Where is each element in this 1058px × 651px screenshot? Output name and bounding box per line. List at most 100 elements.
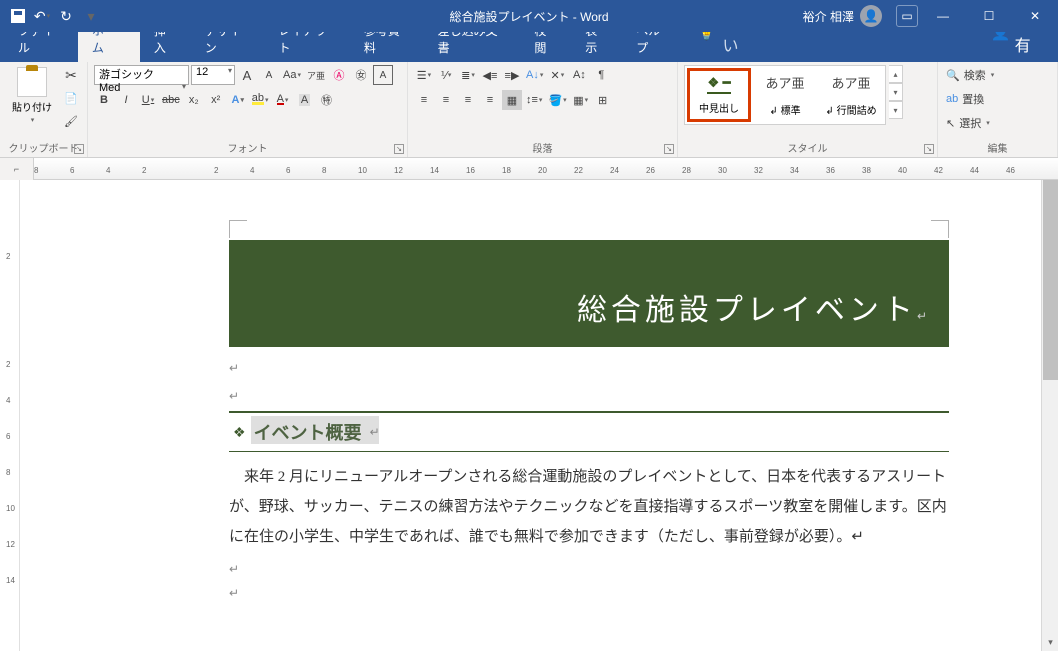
group-clipboard: 貼り付け ▾ 📄 🖌 クリップボード ↘ [0, 62, 88, 157]
style-item-normal[interactable]: あア亜 ↲ 標準 [753, 68, 817, 122]
style-preview-icon: ❖ ━ [707, 75, 730, 94]
bullets-button[interactable]: ☰▾ [414, 65, 434, 85]
line-spacing-button[interactable]: ↕≡▾ [524, 90, 544, 110]
copy-button[interactable]: 📄 [61, 88, 81, 108]
font-size-select[interactable]: 12▾ [191, 65, 235, 85]
horizontal-ruler[interactable]: 8642246810121416182022242628303234363840… [34, 158, 1058, 179]
document-area: 22468101214 総合施設プレイベント↵ ↵ ↵ ❖ イベント概要 ↵ 来… [0, 180, 1058, 651]
styles-expand[interactable]: ▾ [889, 101, 903, 119]
styles-dialog-launcher[interactable]: ↘ [924, 144, 934, 154]
font-dialog-launcher[interactable]: ↘ [394, 144, 404, 154]
clear-formatting-button[interactable]: Ⓐ [329, 65, 349, 85]
styles-scroll-down[interactable]: ▾ [889, 83, 903, 101]
superscript-button[interactable]: x² [206, 90, 226, 110]
document-banner[interactable]: 総合施設プレイベント↵ [229, 240, 949, 347]
character-border-button[interactable]: A [373, 65, 393, 85]
heading-row[interactable]: ❖ イベント概要 ↵ [229, 411, 949, 452]
distributed-button[interactable]: ▦ [502, 90, 522, 110]
redo-button[interactable]: ↻ [58, 8, 74, 24]
increase-indent-button[interactable]: ≡▶ [502, 65, 522, 85]
highlight-button[interactable]: ab▾ [250, 90, 271, 110]
vertical-scrollbar[interactable]: ▴ ▾ [1041, 180, 1058, 651]
window-controls: — ☐ ✕ [920, 0, 1058, 32]
shading-button[interactable]: 🪣▾ [546, 90, 568, 110]
user-account[interactable]: 裕介 相澤 👤 ▭ [803, 5, 918, 27]
justify-button[interactable]: ≡ [480, 90, 500, 110]
enclose-button[interactable]: ㊕ [317, 90, 337, 110]
group-font: 游ゴシック Med▾ 12▾ A A Aa▾ ア亜 Ⓐ ㊛ A B I U▾ a… [88, 62, 408, 157]
ribbon-tabs: ファイル ホーム 挿入 デザイン レイアウト 参考資料 差し込み文書 校閲 表示… [0, 32, 1058, 62]
styles-scroll-up[interactable]: ▴ [889, 65, 903, 83]
document-title: 総合施設プレイベント - Word [449, 8, 608, 25]
body-paragraph[interactable]: 来年 2 月にリニューアルオープンされる総合運動施設のプレイベントとして、日本を… [229, 462, 949, 552]
paste-button[interactable]: 貼り付け ▾ [6, 65, 58, 126]
decrease-indent-button[interactable]: ◀≡ [480, 65, 500, 85]
scroll-thumb[interactable] [1043, 180, 1058, 380]
quick-access-toolbar: ↶▾ ↻ ▾ [0, 8, 99, 24]
vertical-ruler[interactable]: 22468101214 [0, 180, 20, 651]
ruler-corner[interactable]: ⌐ [0, 158, 34, 180]
find-button[interactable]: 🔍検索▾ [944, 65, 996, 85]
scroll-down-arrow[interactable]: ▾ [1042, 634, 1058, 651]
paragraph-marks-button[interactable]: ¶ [591, 65, 611, 85]
cut-button[interactable] [61, 65, 81, 85]
margin-marker-tr [931, 220, 949, 238]
font-name-select[interactable]: 游ゴシック Med▾ [94, 65, 189, 85]
text-effects-button[interactable]: A▾ [228, 90, 248, 110]
qat-customize[interactable]: ▾ [83, 8, 99, 24]
align-center-button[interactable]: ≡ [436, 90, 456, 110]
phonetic-guide-button[interactable]: ア亜 [305, 65, 327, 85]
undo-button[interactable]: ↶▾ [34, 8, 50, 24]
styles-nav: ▴ ▾ ▾ [889, 65, 903, 119]
selection-highlight [251, 416, 379, 444]
save-button[interactable] [10, 8, 26, 24]
cursor-icon: ↖ [946, 117, 955, 130]
font-color-button[interactable]: A▾ [273, 90, 293, 110]
multilevel-list-button[interactable]: ≣▾ [458, 65, 478, 85]
paragraph-mark: ↵ [229, 361, 949, 375]
minimize-button[interactable]: — [920, 0, 966, 32]
sort-button[interactable]: A↓▾ [524, 65, 545, 85]
change-case-button[interactable]: Aa▾ [281, 65, 303, 85]
maximize-button[interactable]: ☐ [966, 0, 1012, 32]
show-hide-button[interactable]: A↕ [569, 65, 589, 85]
horizontal-ruler-area: ⌐ 86422468101214161820222426283032343638… [0, 158, 1058, 180]
asian-layout-button[interactable]: ✕▾ [547, 65, 567, 85]
subscript-button[interactable]: x₂ [184, 90, 204, 110]
paragraph-mark: ↵ [229, 389, 949, 403]
select-button[interactable]: ↖選択▾ [944, 113, 992, 133]
ribbon-display-options[interactable]: ▭ [896, 5, 918, 27]
clipboard-dialog-launcher[interactable]: ↘ [74, 144, 84, 154]
enclose-characters-button[interactable]: ㊛ [351, 65, 371, 85]
group-styles: ❖ ━ 中見出し あア亜 ↲ 標準 あア亜 ↲ 行間詰め ▴ ▾ ▾ スタイル … [678, 62, 938, 157]
avatar-icon: 👤 [860, 5, 882, 27]
title-bar: ↶▾ ↻ ▾ 総合施設プレイベント - Word 裕介 相澤 👤 ▭ — ☐ ✕ [0, 0, 1058, 32]
group-paragraph: ☰▾ ⅟▾ ≣▾ ◀≡ ≡▶ A↓▾ ✕▾ A↕ ¶ ≡ ≡ ≡ ≡ ▦ ↕≡▾… [408, 62, 678, 157]
replace-button[interactable]: ab置換 [944, 89, 986, 109]
paragraph-mark: ↵ [229, 562, 949, 576]
align-right-button[interactable]: ≡ [458, 90, 478, 110]
paragraph-dialog-launcher[interactable]: ↘ [664, 144, 674, 154]
grid-button[interactable]: ⊞ [593, 90, 613, 110]
close-button[interactable]: ✕ [1012, 0, 1058, 32]
ribbon: 貼り付け ▾ 📄 🖌 クリップボード ↘ 游ゴシック Med▾ 12▾ A A … [0, 62, 1058, 158]
diamond-icon: ❖ [233, 424, 246, 441]
character-shading-button[interactable]: A [295, 90, 315, 110]
group-editing: 🔍検索▾ ab置換 ↖選択▾ 編集 [938, 62, 1058, 157]
strikethrough-button[interactable]: abc [160, 90, 182, 110]
margin-marker-tl [229, 220, 247, 238]
replace-icon: ab [946, 93, 958, 105]
style-item-midashi[interactable]: ❖ ━ 中見出し [687, 68, 751, 122]
underline-button[interactable]: U▾ [138, 90, 158, 110]
align-left-button[interactable]: ≡ [414, 90, 434, 110]
format-painter-button[interactable]: 🖌 [61, 111, 81, 131]
style-item-nospacing[interactable]: あア亜 ↲ 行間詰め [819, 68, 883, 122]
document-scroll[interactable]: 総合施設プレイベント↵ ↵ ↵ ❖ イベント概要 ↵ 来年 2 月にリニューアル… [20, 180, 1058, 651]
borders-button[interactable]: ▦▾ [571, 90, 591, 110]
clipboard-icon [17, 67, 47, 97]
numbering-button[interactable]: ⅟▾ [436, 65, 456, 85]
shrink-font-button[interactable]: A [259, 65, 279, 85]
grow-font-button[interactable]: A [237, 65, 257, 85]
search-icon: 🔍 [946, 69, 960, 82]
page: 総合施設プレイベント↵ ↵ ↵ ❖ イベント概要 ↵ 来年 2 月にリニューアル… [69, 190, 1009, 651]
